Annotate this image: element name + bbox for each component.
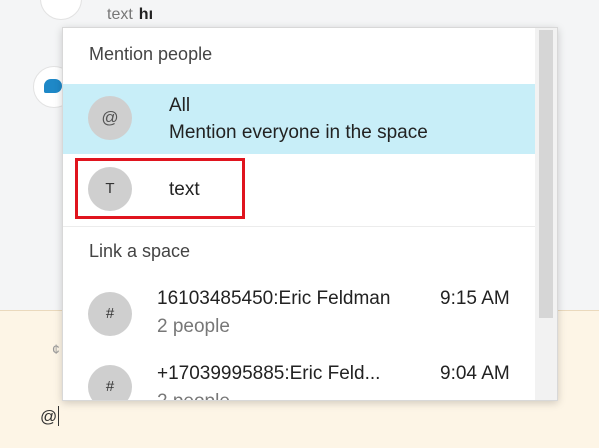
mention-section-title: Mention people <box>89 44 213 64</box>
hash-icon: # <box>88 292 132 336</box>
message-label: text <box>107 6 133 23</box>
space-members: 2 people <box>157 316 230 337</box>
message-input-value: @ <box>40 407 58 426</box>
mention-item-all[interactable]: @ All Mention everyone in the space <box>63 84 535 154</box>
scrollbar-thumb[interactable] <box>539 30 553 318</box>
avatar <box>40 0 82 20</box>
space-time: 9:04 AM <box>440 363 510 384</box>
message-text: hı <box>138 6 154 23</box>
scrollbar[interactable] <box>535 28 557 400</box>
space-name: 16103485450:Eric Feldman <box>157 288 391 309</box>
divider <box>63 226 535 227</box>
text-caret <box>58 406 60 426</box>
mention-popup: Mention people @ All Mention everyone in… <box>62 27 558 401</box>
message-input[interactable]: @ <box>40 406 60 427</box>
message-preview: text hı <box>107 6 153 24</box>
space-item[interactable]: # 16103485450:Eric Feldman 9:15 AM 2 peo… <box>63 278 535 348</box>
hash-icon: # <box>88 365 132 400</box>
space-time: 9:15 AM <box>440 288 510 309</box>
selection-highlight-box <box>75 158 245 219</box>
at-icon: @ <box>88 96 132 140</box>
link-section-title: Link a space <box>89 241 191 261</box>
space-members: 2 people <box>157 391 230 400</box>
composer-partial-text: ¢ <box>52 341 60 357</box>
space-name: +17039995885:Eric Feld... <box>157 363 381 384</box>
mention-subtitle: Mention everyone in the space <box>169 122 428 143</box>
space-item[interactable]: # +17039995885:Eric Feld... 9:04 AM 2 pe… <box>63 353 535 400</box>
chat-bubble-icon <box>44 79 62 93</box>
mention-name: All <box>169 95 191 116</box>
